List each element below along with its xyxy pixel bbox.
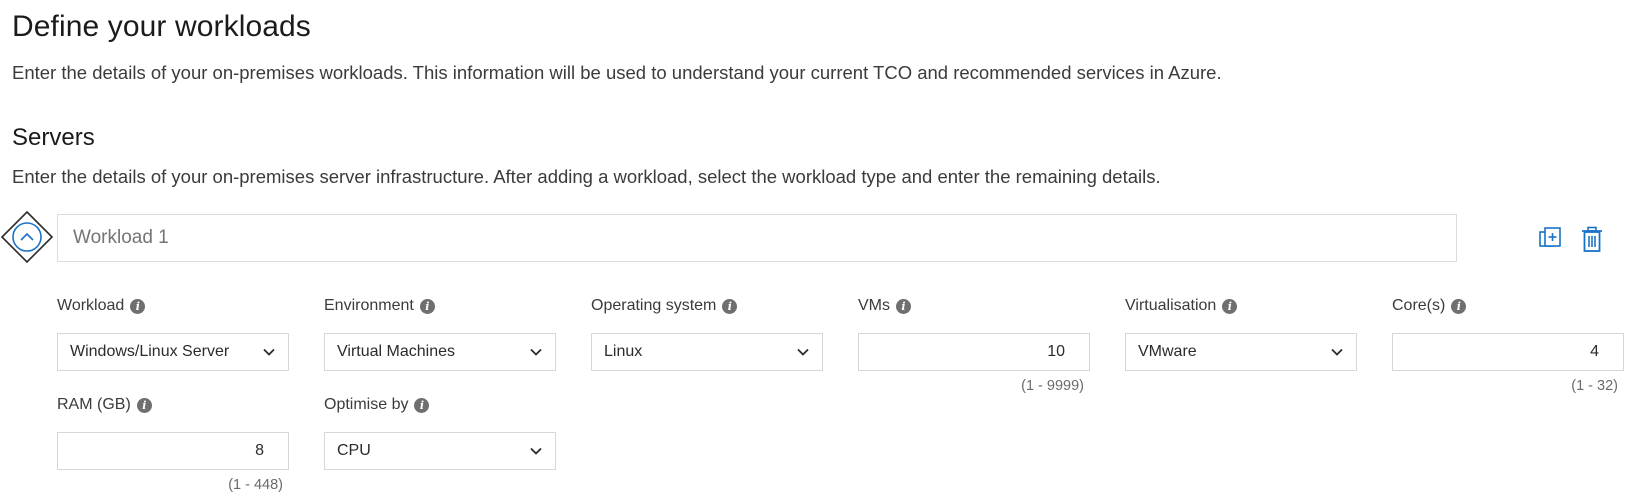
ram-input[interactable]: 8 [57, 432, 289, 470]
servers-heading: Servers [12, 124, 95, 151]
workload-select[interactable]: Windows/Linux Server [57, 333, 289, 371]
chevron-down-icon [530, 348, 542, 356]
duplicate-icon [1539, 227, 1561, 247]
virtualisation-field: Virtualisation i VMware [1125, 296, 1357, 371]
os-field: Operating system i Linux [591, 296, 823, 371]
delete-workload-button[interactable] [1579, 226, 1605, 252]
ram-value: 8 [255, 442, 264, 459]
info-icon[interactable]: i [896, 298, 911, 314]
optimise-field: Optimise by i CPU [324, 395, 556, 470]
vms-label: VMs [858, 297, 890, 314]
os-label: Operating system [591, 297, 717, 314]
chevron-down-icon [1331, 348, 1343, 356]
page-description: Enter the details of your on-premises wo… [12, 62, 1222, 83]
info-icon[interactable]: i [414, 397, 430, 413]
vms-value: 10 [1047, 343, 1065, 360]
environment-field: Environment i Virtual Machines [324, 296, 556, 371]
environment-select[interactable]: Virtual Machines [324, 333, 556, 371]
chevron-down-icon [797, 348, 809, 356]
vms-field: VMs i 10 (1 - 9999) [858, 296, 1090, 394]
ram-range-hint: (1 - 448) [228, 477, 283, 493]
collapse-workload-button[interactable] [0, 210, 54, 264]
info-icon[interactable]: i [136, 397, 152, 413]
optimise-select[interactable]: CPU [324, 432, 556, 470]
workload-name-input[interactable] [57, 214, 1457, 262]
info-icon[interactable]: i [130, 298, 146, 314]
cores-field: Core(s) i 4 (1 - 32) [1392, 296, 1624, 394]
workload-field: Workload i Windows/Linux Server [57, 296, 289, 371]
vms-range-hint: (1 - 9999) [1021, 378, 1084, 394]
vms-input[interactable]: 10 [858, 333, 1090, 371]
os-select[interactable]: Linux [591, 333, 823, 371]
trash-icon [1582, 226, 1602, 252]
info-icon[interactable]: i [722, 298, 738, 314]
workload-label: Workload [57, 297, 125, 314]
ram-label: RAM (GB) [57, 396, 131, 413]
info-icon[interactable]: i [1222, 298, 1238, 314]
ram-field: RAM (GB) i 8 (1 - 448) [57, 395, 289, 493]
os-select-value: Linux [604, 343, 643, 360]
optimise-select-value: CPU [337, 442, 371, 459]
info-icon[interactable]: i [1451, 298, 1467, 314]
environment-label: Environment [324, 297, 414, 314]
cores-value: 4 [1590, 343, 1599, 360]
servers-description: Enter the details of your on-premises se… [12, 166, 1161, 187]
virtualisation-label: Virtualisation [1125, 297, 1217, 314]
cores-label: Core(s) [1392, 297, 1446, 314]
duplicate-workload-button[interactable] [1538, 226, 1564, 252]
virtualisation-select[interactable]: VMware [1125, 333, 1357, 371]
chevron-down-icon [530, 447, 542, 455]
workload-select-value: Windows/Linux Server [70, 343, 230, 360]
cores-input[interactable]: 4 [1392, 333, 1624, 371]
page-title: Define your workloads [12, 10, 311, 43]
cores-range-hint: (1 - 32) [1571, 378, 1618, 394]
info-icon[interactable]: i [419, 298, 435, 314]
environment-select-value: Virtual Machines [337, 343, 455, 360]
optimise-label: Optimise by [324, 396, 409, 413]
chevron-up-icon [0, 210, 54, 264]
chevron-down-icon [263, 348, 275, 356]
virtualisation-select-value: VMware [1138, 343, 1197, 360]
